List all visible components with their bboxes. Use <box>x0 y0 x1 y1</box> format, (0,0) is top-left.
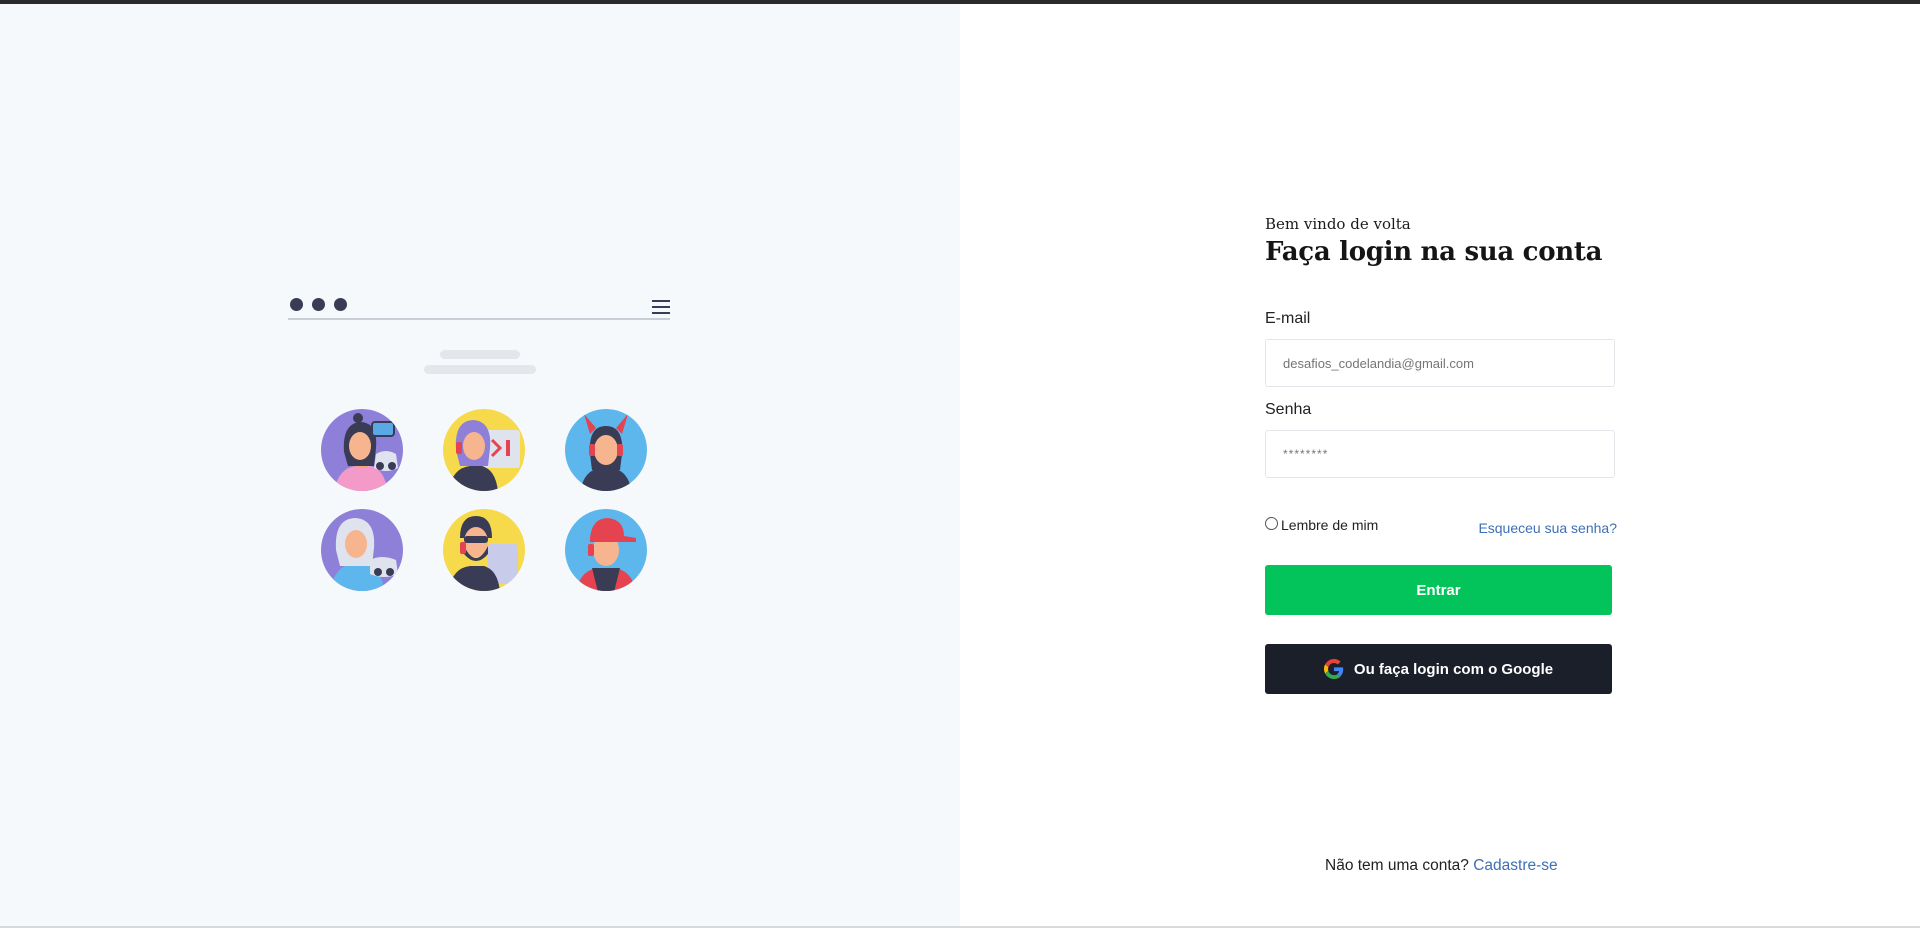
google-label: Ou faça login com o Google <box>1353 660 1554 678</box>
page-title: Faça login na sua conta <box>1265 237 1603 267</box>
welcome-text: Bem vindo de volta <box>1265 215 1411 233</box>
remember-label: Lembre de mim <box>1281 517 1379 533</box>
dot-icon <box>290 298 303 311</box>
signup-link[interactable]: Cadastre-se <box>1473 857 1557 874</box>
avatar-person-code-screen <box>443 409 525 491</box>
email-label: E-mail <box>1265 310 1311 327</box>
avatar-man-red-cap <box>565 509 647 591</box>
avatar-woman-devil-horns <box>565 409 647 491</box>
window-dots <box>290 298 347 311</box>
signup-text: Não tem uma conta? <box>1325 857 1469 874</box>
avatar-gray-hair-gamepad <box>321 509 403 591</box>
email-field[interactable] <box>1265 339 1615 387</box>
avatar-woman-vr-headset <box>321 409 403 491</box>
submit-label: Entrar <box>1416 581 1461 599</box>
skeleton-subtitle <box>424 365 536 374</box>
google-g-icon <box>1323 659 1344 679</box>
header-divider <box>288 318 670 320</box>
dot-icon <box>312 298 325 311</box>
password-label: Senha <box>1265 401 1312 418</box>
hamburger-menu-icon <box>652 300 670 314</box>
skeleton-title <box>440 350 520 359</box>
submit-button[interactable]: Entrar <box>1265 565 1612 615</box>
avatar-man-sunglasses-beard <box>443 509 525 591</box>
password-field[interactable]: ******** <box>1265 430 1615 478</box>
forgot-password-link[interactable]: Esqueceu sua senha? <box>1478 520 1617 536</box>
app-illustration <box>288 294 672 594</box>
illustration-panel <box>0 4 960 927</box>
dot-icon <box>334 298 347 311</box>
signup-prompt: Não tem uma conta? Cadastre-se <box>1325 857 1558 875</box>
remember-me[interactable]: Lembre de mim <box>1265 517 1378 533</box>
google-login-button[interactable]: Ou faça login com o Google <box>1265 644 1612 694</box>
remember-radio[interactable] <box>1265 517 1278 530</box>
